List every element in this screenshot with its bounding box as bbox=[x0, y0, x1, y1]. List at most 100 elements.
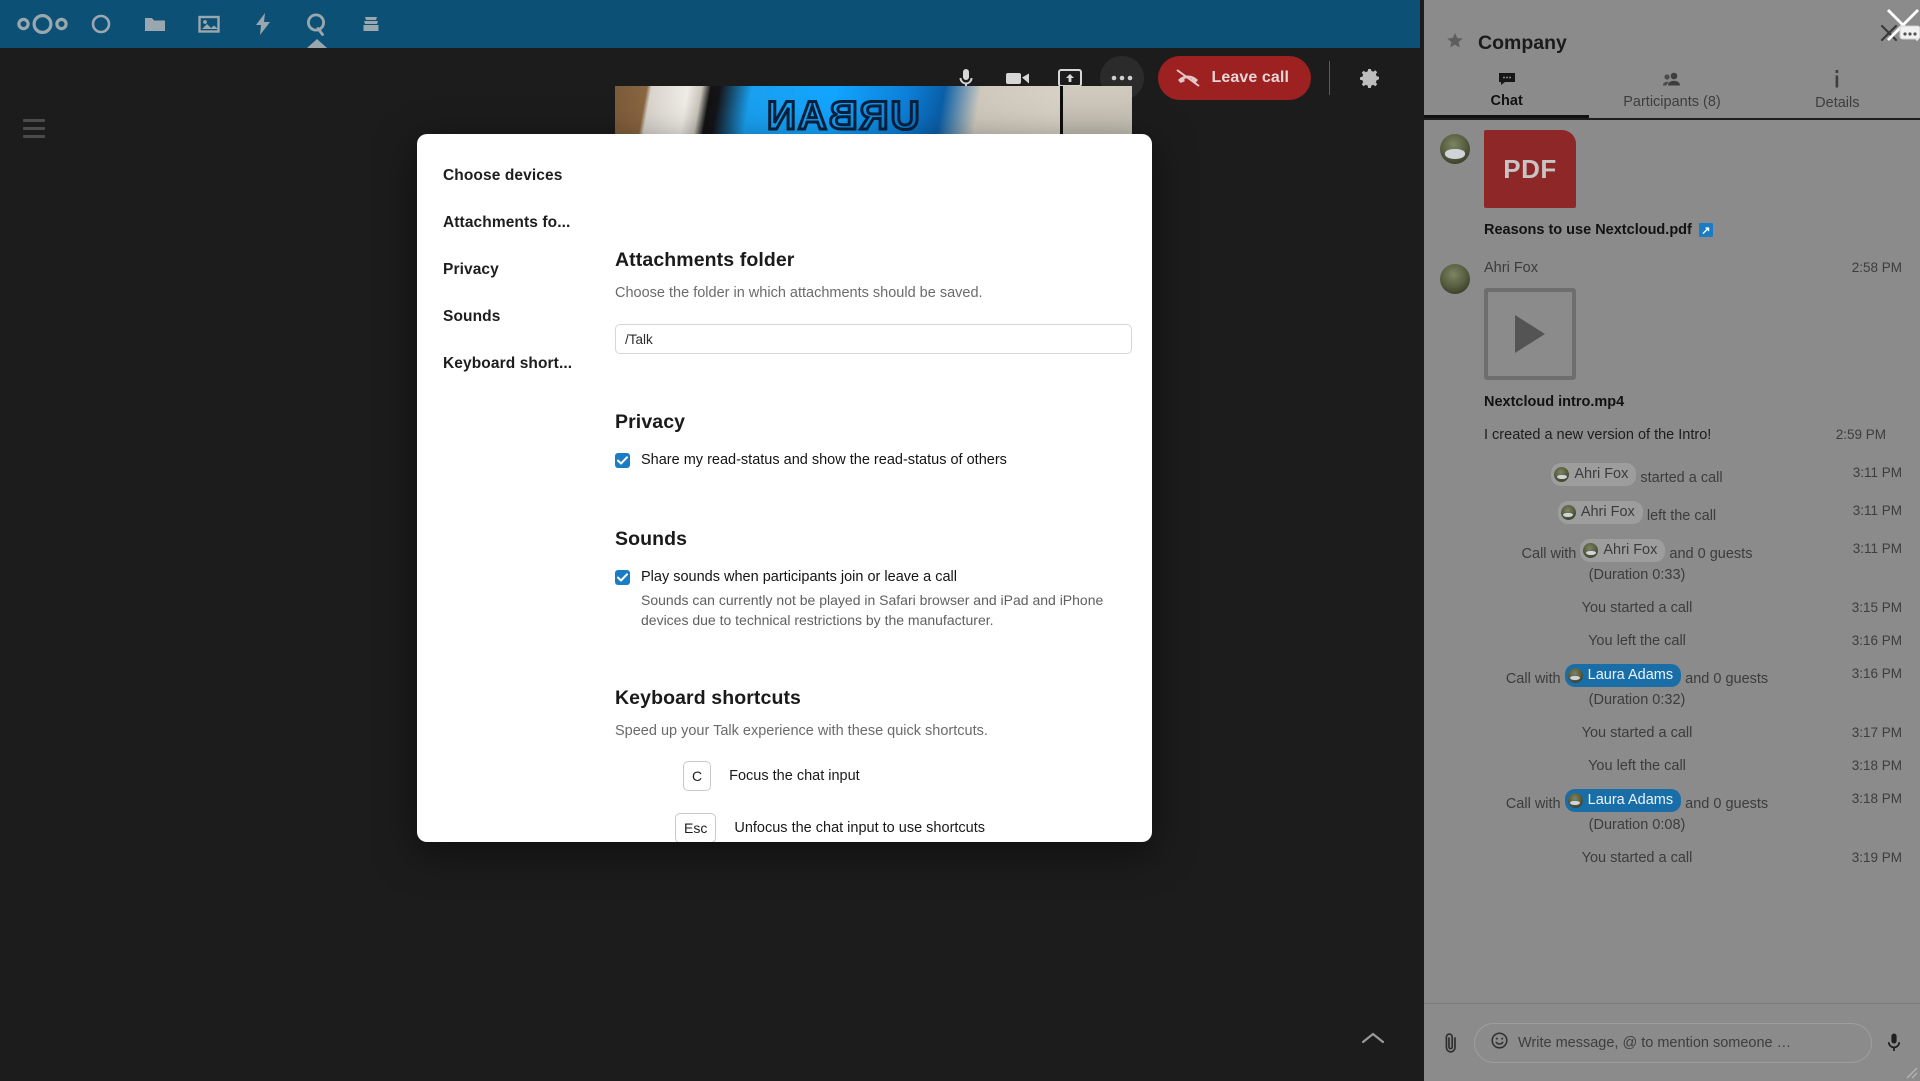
mention-pill-self[interactable]: Laura Adams bbox=[1564, 664, 1682, 688]
tab-details-label: Details bbox=[1815, 94, 1860, 111]
settings-nav-label: Privacy bbox=[443, 261, 499, 278]
record-voice-icon[interactable] bbox=[1882, 1032, 1906, 1054]
checkbox-checked-icon[interactable] bbox=[615, 569, 630, 585]
sidebar-item-photos[interactable] bbox=[182, 0, 236, 48]
page-title: Company bbox=[1478, 31, 1567, 54]
settings-nav-label: Attachments fo... bbox=[443, 214, 571, 231]
system-message-suffix: and 0 guests bbox=[1685, 796, 1769, 813]
shortcut-key: Esc bbox=[675, 813, 717, 842]
checkbox-checked-icon[interactable] bbox=[615, 453, 630, 468]
play-sounds-note: Sounds can currently not be played in Sa… bbox=[641, 592, 1104, 628]
avatar bbox=[1567, 668, 1583, 684]
mention-pill[interactable]: Ahri Fox bbox=[1557, 501, 1643, 525]
settings-nav-sounds[interactable]: Sounds bbox=[443, 299, 615, 335]
tab-details[interactable]: Details bbox=[1755, 62, 1920, 118]
system-message-prefix: Call with bbox=[1505, 796, 1561, 813]
participants-icon bbox=[1662, 72, 1680, 85]
section-keyboard-shortcuts: Keyboard shortcuts Speed up your Talk ex… bbox=[615, 687, 1132, 842]
sidebar-item-activity[interactable] bbox=[236, 0, 290, 48]
pdf-thumbnail-icon[interactable]: PDF bbox=[1484, 130, 1576, 208]
mention-name: Ahri Fox bbox=[1603, 542, 1658, 559]
settings-nav-label: Sounds bbox=[443, 308, 501, 325]
section-heading: Privacy bbox=[615, 411, 686, 433]
settings-nav-keyboard-shortcuts[interactable]: Keyboard short... bbox=[443, 346, 615, 382]
toolbar-divider bbox=[1329, 61, 1330, 95]
sidebar-item-files[interactable] bbox=[128, 0, 182, 48]
settings-nav: Choose devices Attachments fo... Privacy… bbox=[417, 134, 615, 842]
system-message-suffix: and 0 guests bbox=[1669, 546, 1753, 563]
section-heading: Attachments folder bbox=[615, 249, 795, 271]
sidebar-item-dashboard[interactable] bbox=[74, 0, 128, 48]
message-timestamp: 3:19 PM bbox=[1851, 850, 1902, 866]
tab-chat-label: Chat bbox=[1490, 92, 1523, 109]
settings-nav-privacy[interactable]: Privacy bbox=[443, 252, 615, 288]
settings-nav-label: Choose devices bbox=[443, 167, 563, 184]
system-message: You started a call 3:19 PM bbox=[1424, 842, 1920, 875]
sidebar-item-deck[interactable] bbox=[344, 0, 398, 48]
hamburger-line bbox=[23, 126, 45, 130]
mention-pill[interactable]: Ahri Fox bbox=[1580, 539, 1666, 563]
settings-nav-choose-devices[interactable]: Choose devices bbox=[443, 158, 615, 194]
favorite-star-icon[interactable] bbox=[1446, 32, 1464, 55]
attachments-folder-input[interactable]: /Talk bbox=[615, 324, 1132, 354]
call-duration: (Duration 0:08) bbox=[1588, 817, 1686, 834]
file-name[interactable]: Nextcloud intro.mp4 bbox=[1484, 394, 1904, 410]
system-message-text: You left the call bbox=[1588, 633, 1686, 650]
mention-name: Ahri Fox bbox=[1580, 504, 1635, 521]
attachment-icon[interactable] bbox=[1438, 1031, 1464, 1055]
system-message-suffix: and 0 guests bbox=[1685, 671, 1769, 688]
mention-pill-self[interactable]: Laura Adams bbox=[1564, 789, 1682, 813]
message-timestamp: 3:18 PM bbox=[1851, 758, 1902, 774]
chat-message-list[interactable]: PDF Reasons to use Nextcloud.pdf ↗ Ahri … bbox=[1424, 122, 1920, 1002]
message-timestamp: 2:58 PM bbox=[1851, 260, 1902, 275]
chat-message-video[interactable]: Ahri Fox 2:58 PM Nextcloud intro.mp4 I c… bbox=[1424, 238, 1920, 443]
chat-message-file[interactable]: PDF Reasons to use Nextcloud.pdf ↗ bbox=[1424, 122, 1920, 238]
system-message-prefix: Call with bbox=[1521, 546, 1577, 563]
shortcut-key: C bbox=[683, 761, 712, 792]
file-name-label: Reasons to use Nextcloud.pdf bbox=[1484, 222, 1692, 238]
tab-participants[interactable]: Participants (8) bbox=[1589, 62, 1754, 118]
resize-grip-icon[interactable] bbox=[1904, 1065, 1918, 1079]
gear-icon[interactable] bbox=[1348, 56, 1392, 100]
sidebar-item-talk[interactable] bbox=[290, 0, 344, 48]
system-message-text: You started a call bbox=[1581, 725, 1693, 742]
video-thumbnail[interactable] bbox=[1484, 288, 1576, 380]
read-status-checkbox-row[interactable]: Share my read-status and show the read-s… bbox=[615, 451, 1132, 471]
system-message: Call with Laura Adams and 0 guests (Dura… bbox=[1424, 783, 1920, 842]
open-external-icon[interactable]: ↗ bbox=[1698, 223, 1713, 237]
section-description: Choose the folder in which attachments s… bbox=[615, 285, 983, 301]
shortcut-row: C Focus the chat input bbox=[615, 761, 1132, 792]
mention-pill[interactable]: Ahri Fox bbox=[1551, 463, 1637, 487]
settings-nav-attachments-folder[interactable]: Attachments fo... bbox=[443, 205, 615, 241]
avatar bbox=[1560, 505, 1576, 521]
avatar bbox=[1440, 134, 1470, 164]
mention-name: Laura Adams bbox=[1587, 667, 1674, 684]
leave-call-button[interactable]: Leave call bbox=[1157, 56, 1311, 100]
message-input[interactable]: Write message, @ to mention someone … bbox=[1474, 1022, 1872, 1063]
message-timestamp: 3:11 PM bbox=[1852, 541, 1902, 557]
sidebar-tabs: Chat Participants (8) Details bbox=[1424, 62, 1920, 120]
scroll-to-top-button[interactable] bbox=[1356, 1021, 1390, 1055]
section-privacy: Privacy Share my read-status and show th… bbox=[615, 411, 1132, 471]
system-message-text: You started a call bbox=[1581, 600, 1693, 617]
nextcloud-logo-icon[interactable] bbox=[12, 7, 74, 41]
system-message: Call with Laura Adams and 0 guests (Dura… bbox=[1424, 658, 1920, 717]
file-name[interactable]: Reasons to use Nextcloud.pdf ↗ bbox=[1484, 222, 1904, 238]
sidebar-header: Company bbox=[1424, 0, 1920, 62]
avatar bbox=[1440, 264, 1470, 294]
read-status-label: Share my read-status and show the read-s… bbox=[641, 452, 1007, 468]
system-message-prefix: Call with bbox=[1505, 671, 1561, 688]
leave-call-label: Leave call bbox=[1211, 69, 1289, 86]
play-sounds-label: Play sounds when participants join or le… bbox=[641, 568, 957, 585]
section-heading: Keyboard shortcuts bbox=[615, 687, 802, 710]
emoji-icon[interactable] bbox=[1491, 1031, 1508, 1054]
system-message-text: You left the call bbox=[1588, 758, 1686, 775]
play-sounds-checkbox-row[interactable]: Play sounds when participants join or le… bbox=[615, 568, 1132, 631]
message-timestamp: 2:59 PM bbox=[1835, 427, 1886, 442]
info-icon bbox=[1835, 69, 1839, 87]
tab-chat[interactable]: Chat bbox=[1424, 62, 1589, 118]
call-view: Leave call URBAN Choose devices Attachme… bbox=[0, 48, 1420, 1081]
shortcut-row: Esc Unfocus the chat input to use shortc… bbox=[615, 813, 1132, 842]
open-sidebar-button[interactable] bbox=[16, 110, 52, 146]
mention-name: Ahri Fox bbox=[1574, 466, 1629, 482]
